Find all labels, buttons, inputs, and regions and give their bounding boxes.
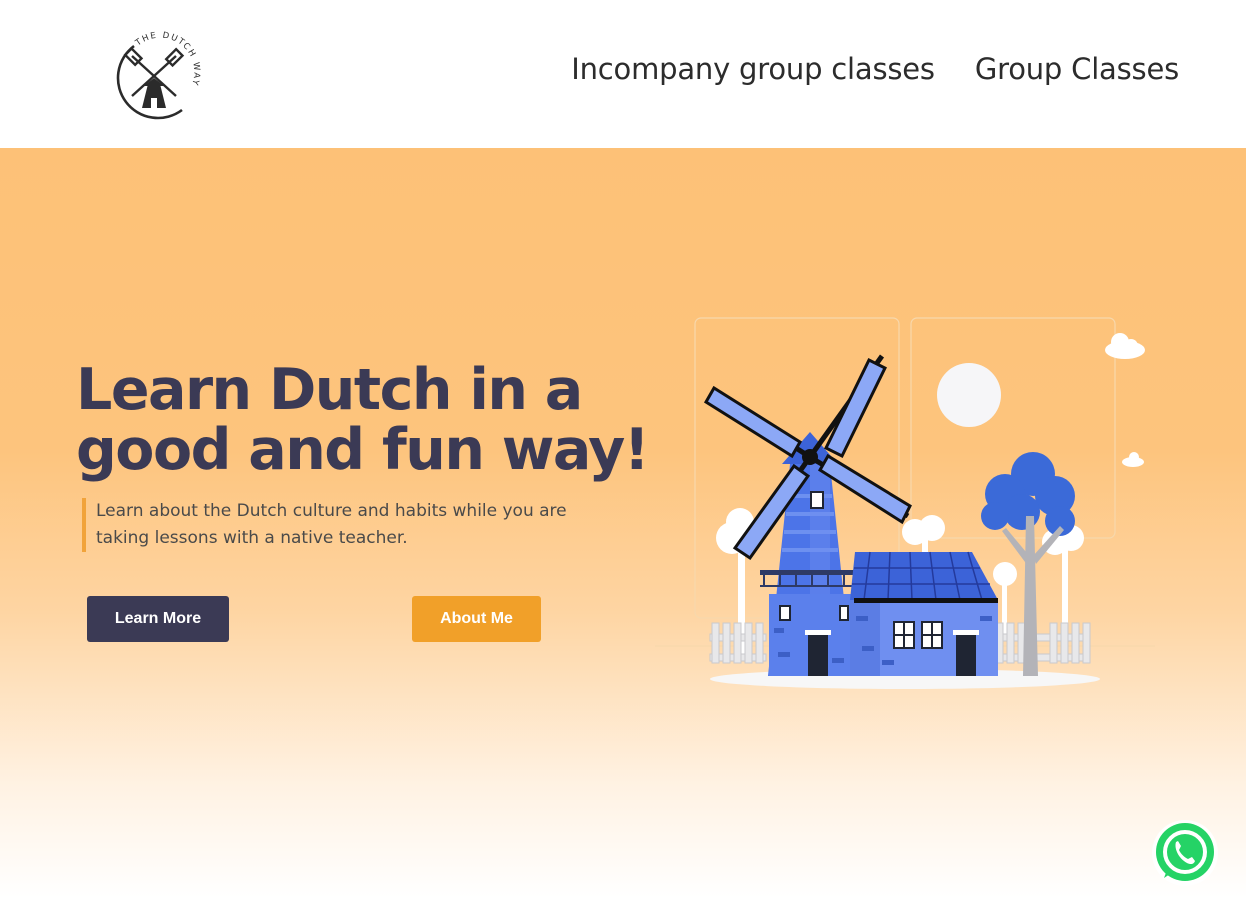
logo-windmill-icon[interactable]: THE DUTCH WAY xyxy=(104,28,204,120)
sun-icon xyxy=(937,363,1001,427)
site-header: THE DUTCH WAY Incompany group classes Gr… xyxy=(0,0,1246,148)
main-nav: Incompany group classes Group Classes xyxy=(571,52,1179,86)
hero-title: Learn Dutch in a good and fun way! xyxy=(76,357,650,483)
whatsapp-icon[interactable] xyxy=(1150,818,1220,888)
cloud-icon xyxy=(1105,333,1145,359)
about-me-button[interactable]: About Me xyxy=(412,596,541,642)
hero-subtitle-line-1: Learn about the Dutch culture and habits… xyxy=(96,501,567,521)
learn-more-button[interactable]: Learn More xyxy=(87,596,229,642)
nav-link-group-classes[interactable]: Group Classes xyxy=(975,52,1179,86)
hero-section: Learn Dutch in a good and fun way! Learn… xyxy=(0,148,1246,898)
hero-subtitle: Learn about the Dutch culture and habits… xyxy=(82,498,612,552)
nav-link-incompany-group-classes[interactable]: Incompany group classes xyxy=(571,52,935,86)
small-cloud-icon xyxy=(1122,452,1144,467)
windmill-house-illustration xyxy=(655,317,1155,689)
hero-title-line-1: Learn Dutch in a xyxy=(76,357,583,423)
hero-title-line-2: good and fun way! xyxy=(76,417,650,483)
hero-subtitle-line-2: taking lessons with a native teacher. xyxy=(96,528,408,548)
